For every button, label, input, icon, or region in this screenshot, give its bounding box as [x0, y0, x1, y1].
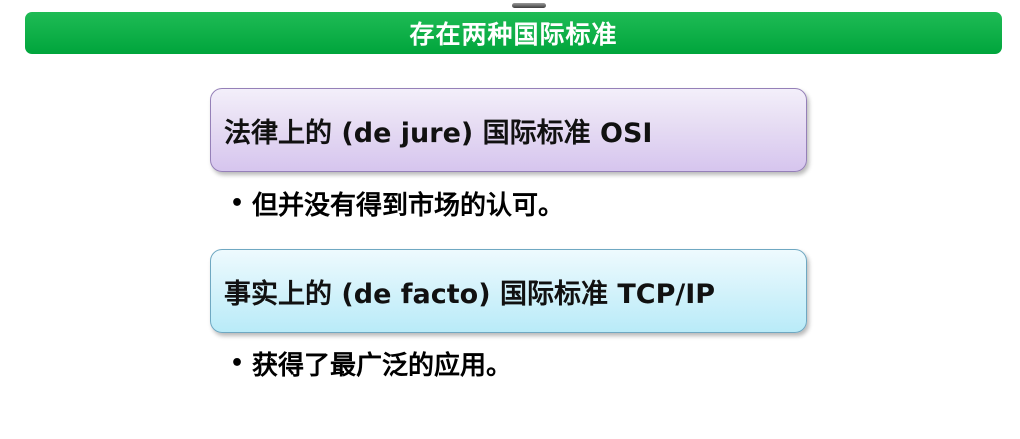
- slide-title-bar: 存在两种国际标准: [25, 12, 1002, 54]
- osi-note-item: • 但并没有得到市场的认可。: [230, 185, 564, 222]
- slide-top-marker: [512, 3, 546, 8]
- tcpip-note-text: 获得了最广泛的应用。: [252, 351, 513, 381]
- bullet-icon: •: [230, 351, 245, 376]
- bullet-icon: •: [230, 191, 245, 216]
- osi-note-text: 但并没有得到市场的认可。: [252, 191, 565, 221]
- tcpip-standard-label: 事实上的 (de facto) 国际标准 TCP/IP: [224, 278, 716, 310]
- osi-standard-box: 法律上的 (de jure) 国际标准 OSI: [210, 88, 807, 172]
- slide-title: 存在两种国际标准: [409, 20, 618, 49]
- tcpip-standard-box: 事实上的 (de facto) 国际标准 TCP/IP: [210, 249, 807, 333]
- tcpip-note-item: • 获得了最广泛的应用。: [230, 345, 512, 382]
- osi-standard-label: 法律上的 (de jure) 国际标准 OSI: [224, 117, 653, 149]
